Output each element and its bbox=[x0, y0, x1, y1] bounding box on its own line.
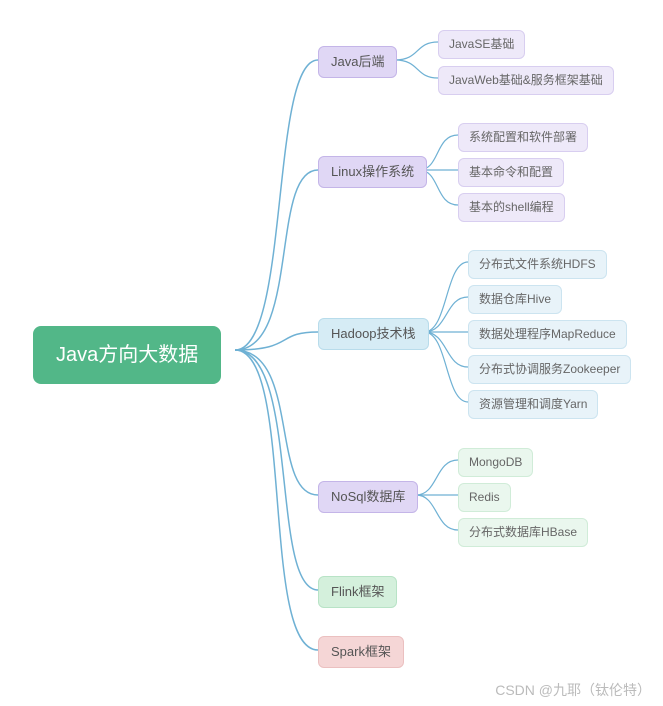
leaf-redis[interactable]: Redis bbox=[458, 483, 511, 512]
watermark-text: CSDN @九耶（钛伦特） bbox=[495, 680, 651, 700]
leaf-linux-config[interactable]: 系统配置和软件部署 bbox=[458, 123, 588, 152]
leaf-yarn[interactable]: 资源管理和调度Yarn bbox=[468, 390, 598, 419]
leaf-mapreduce[interactable]: 数据处理程序MapReduce bbox=[468, 320, 627, 349]
leaf-javase[interactable]: JavaSE基础 bbox=[438, 30, 525, 59]
mindmap-root[interactable]: Java方向大数据 bbox=[33, 326, 221, 384]
branch-nosql[interactable]: NoSql数据库 bbox=[318, 481, 418, 513]
leaf-hive[interactable]: 数据仓库Hive bbox=[468, 285, 562, 314]
branch-flink[interactable]: Flink框架 bbox=[318, 576, 397, 608]
leaf-hbase[interactable]: 分布式数据库HBase bbox=[458, 518, 588, 547]
branch-java-backend[interactable]: Java后端 bbox=[318, 46, 397, 78]
branch-spark[interactable]: Spark框架 bbox=[318, 636, 404, 668]
leaf-hdfs[interactable]: 分布式文件系统HDFS bbox=[468, 250, 607, 279]
leaf-zookeeper[interactable]: 分布式协调服务Zookeeper bbox=[468, 355, 631, 384]
branch-linux[interactable]: Linux操作系统 bbox=[318, 156, 427, 188]
branch-hadoop[interactable]: Hadoop技术栈 bbox=[318, 318, 429, 350]
leaf-linux-cmd[interactable]: 基本命令和配置 bbox=[458, 158, 564, 187]
leaf-javaweb[interactable]: JavaWeb基础&服务框架基础 bbox=[438, 66, 614, 95]
leaf-linux-shell[interactable]: 基本的shell编程 bbox=[458, 193, 565, 222]
leaf-mongodb[interactable]: MongoDB bbox=[458, 448, 533, 477]
